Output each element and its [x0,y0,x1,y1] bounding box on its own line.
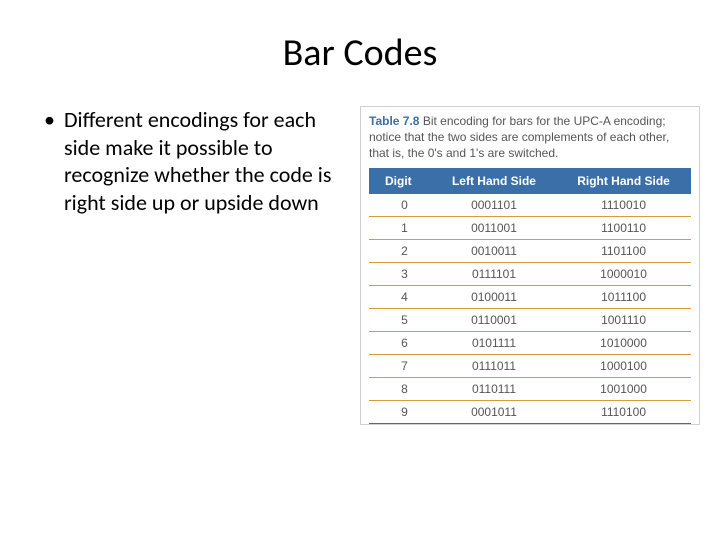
encoding-table: Digit Left Hand Side Right Hand Side 000… [369,168,691,424]
col-right: Right Hand Side [556,168,691,194]
cell-digit: 5 [369,308,432,331]
cell-right: 1101100 [556,239,691,262]
table-body: 0000110111100101001100111001102001001111… [369,194,691,424]
cell-left: 0001101 [432,194,556,217]
cell-right: 1001110 [556,308,691,331]
table-row: 601011111010000 [369,331,691,354]
cell-left: 0011001 [432,216,556,239]
table-row: 801101111001000 [369,377,691,400]
encoding-figure: Table 7.8 Bit encoding for bars for the … [360,106,700,425]
cell-left: 0111101 [432,262,556,285]
table-header-row: Digit Left Hand Side Right Hand Side [369,168,691,194]
cell-digit: 8 [369,377,432,400]
cell-digit: 1 [369,216,432,239]
cell-left: 0010011 [432,239,556,262]
table-column: Table 7.8 Bit encoding for bars for the … [360,106,700,425]
table-row: 900010111110100 [369,400,691,423]
table-row: 200100111101100 [369,239,691,262]
table-row: 301111011000010 [369,262,691,285]
cell-left: 0110001 [432,308,556,331]
cell-digit: 0 [369,194,432,217]
cell-right: 1000100 [556,354,691,377]
cell-right: 1010000 [556,331,691,354]
cell-right: 1011100 [556,285,691,308]
cell-digit: 2 [369,239,432,262]
table-row: 000011011110010 [369,194,691,217]
cell-right: 1100110 [556,216,691,239]
cell-left: 0101111 [432,331,556,354]
cell-right: 1000010 [556,262,691,285]
table-row: 701110111000100 [369,354,691,377]
caption-label: Table 7.8 [369,114,419,128]
page-title: Bar Codes [40,30,680,76]
cell-digit: 9 [369,400,432,423]
cell-left: 0111011 [432,354,556,377]
cell-digit: 6 [369,331,432,354]
table-row: 100110011100110 [369,216,691,239]
bullet-column: Different encodings for each side make i… [40,106,340,425]
bullet-list: Different encodings for each side make i… [40,106,340,216]
table-row: 501100011001110 [369,308,691,331]
table-caption: Table 7.8 Bit encoding for bars for the … [369,113,691,162]
cell-digit: 7 [369,354,432,377]
content-row: Different encodings for each side make i… [40,106,680,425]
cell-right: 1110010 [556,194,691,217]
table-row: 401000111011100 [369,285,691,308]
cell-left: 0110111 [432,377,556,400]
slide: Bar Codes Different encodings for each s… [0,0,720,540]
col-digit: Digit [369,168,432,194]
cell-left: 0001011 [432,400,556,423]
cell-right: 1001000 [556,377,691,400]
cell-left: 0100011 [432,285,556,308]
col-left: Left Hand Side [432,168,556,194]
cell-digit: 3 [369,262,432,285]
cell-digit: 4 [369,285,432,308]
bullet-item: Different encodings for each side make i… [40,106,340,216]
cell-right: 1110100 [556,400,691,423]
